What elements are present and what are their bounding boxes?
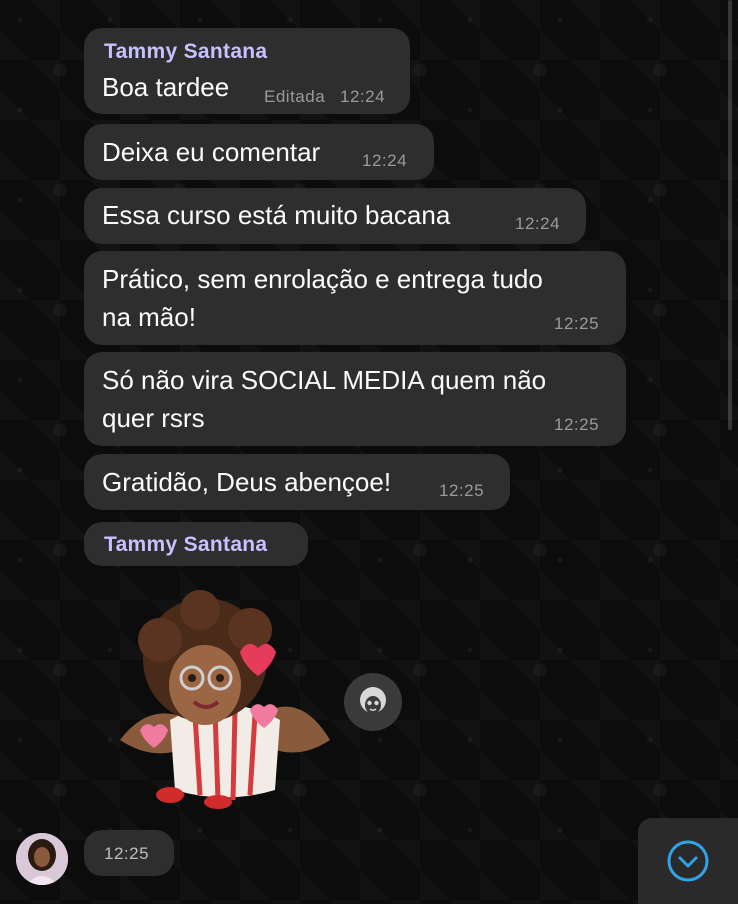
message-bubble[interactable]: Tammy Santana Boa tardee Editada 12:24 <box>84 28 410 114</box>
message-text: Deixa eu comentar <box>102 137 321 167</box>
message-bubble[interactable]: Essa curso está muito bacana 12:24 <box>84 188 586 244</box>
message-bubble[interactable]: Só não vira SOCIAL MEDIA quem não quer r… <box>84 352 626 446</box>
message-time: 12:24 <box>362 151 408 170</box>
message-text: Prático, sem enrolação e entrega tudo na… <box>102 264 543 332</box>
message-text: Só não vira SOCIAL MEDIA quem não quer r… <box>102 365 547 433</box>
sender-name[interactable]: Tammy Santana <box>104 533 267 557</box>
avatar-face-icon[interactable] <box>344 673 402 731</box>
message-time: 12:25 <box>104 844 150 863</box>
sticker-sender-bubble[interactable]: Tammy Santana <box>84 522 308 566</box>
sticker-time-bubble: 12:25 <box>84 830 174 876</box>
message-text: Gratidão, Deus abençoe! <box>102 467 392 497</box>
avatar-sticker[interactable] <box>100 590 350 810</box>
scrollbar[interactable] <box>728 0 732 430</box>
message-text: Essa curso está muito bacana <box>102 200 451 230</box>
sender-name[interactable]: Tammy Santana <box>104 40 267 64</box>
message-bubble[interactable]: Gratidão, Deus abençoe! 12:25 <box>84 454 510 510</box>
message-time: 12:24 <box>515 214 561 233</box>
message-time: 12:25 <box>554 415 600 434</box>
avatar[interactable] <box>16 833 68 885</box>
message-bubble[interactable]: Prático, sem enrolação e entrega tudo na… <box>84 251 626 345</box>
message-text: Boa tardee <box>102 72 230 102</box>
message-bubble[interactable]: Deixa eu comentar 12:24 <box>84 124 434 180</box>
message-time: 12:24 <box>340 87 386 106</box>
chevron-down-circle-icon <box>667 840 709 882</box>
scroll-down-button[interactable] <box>638 818 738 904</box>
message-time: 12:25 <box>439 481 485 500</box>
message-time: 12:25 <box>554 314 600 333</box>
edited-label: Editada <box>264 87 326 106</box>
